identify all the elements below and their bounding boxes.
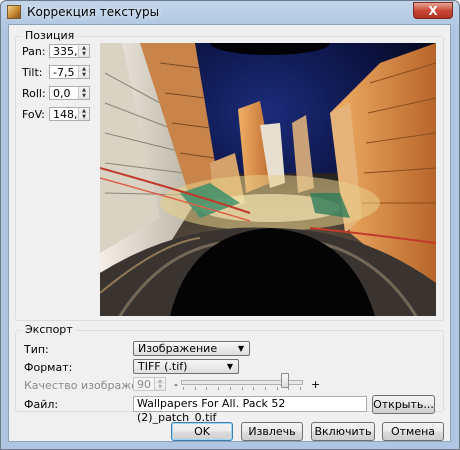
slider-tick — [242, 387, 243, 390]
panorama-image — [100, 43, 436, 316]
arrow-down-icon[interactable]: ▼ — [155, 384, 165, 390]
dialog-window: Коррекция текстуры X Позиция Pan: 335,0 … — [0, 0, 460, 450]
cancel-button[interactable]: Отмена — [382, 422, 444, 441]
file-value: Wallpapers For All. Pack 52 (2)_patch_0.… — [137, 397, 286, 424]
ok-button[interactable]: OK — [171, 422, 233, 441]
type-value: Изображение — [138, 342, 218, 355]
slider-tick — [195, 387, 196, 390]
quality-spinbox[interactable]: 90 ▲ ▼ — [133, 377, 166, 391]
close-button[interactable]: X — [413, 2, 453, 19]
type-select[interactable]: Изображение ▼ — [133, 341, 250, 356]
open-button[interactable]: Открыть... — [372, 395, 435, 414]
format-value: TIFF (.tif) — [138, 360, 188, 373]
quality-value: 90 — [137, 378, 151, 391]
tilt-label: Tilt: — [22, 66, 43, 79]
arrow-down-icon[interactable]: ▼ — [79, 93, 89, 99]
slider-tick — [206, 387, 207, 390]
chevron-down-icon: ▼ — [226, 362, 233, 371]
export-group-title: Экспорт — [22, 323, 76, 336]
roll-value: 0,0 — [53, 87, 71, 100]
type-label: Тип: — [24, 343, 49, 356]
slider-tick — [265, 387, 266, 390]
arrow-down-icon[interactable]: ▼ — [79, 51, 89, 57]
pan-label: Pan: — [22, 45, 46, 58]
slider-tick — [253, 387, 254, 390]
roll-spinbox[interactable]: 0,0 ▲ ▼ — [49, 86, 90, 100]
extract-button[interactable]: Извлечь — [241, 422, 303, 441]
tilt-spinbox[interactable]: -7,5 ▲ ▼ — [49, 65, 90, 79]
slider-tick — [183, 387, 184, 390]
quality-minus: - — [174, 378, 178, 391]
arrow-down-icon[interactable]: ▼ — [79, 114, 89, 120]
quality-slider-ticks — [183, 387, 301, 390]
include-button[interactable]: Включить — [311, 422, 375, 441]
slider-tick — [277, 387, 278, 390]
slider-tick — [288, 387, 289, 390]
texture-icon — [7, 5, 21, 19]
format-select[interactable]: TIFF (.tif) ▼ — [133, 359, 239, 374]
chevron-down-icon: ▼ — [237, 344, 244, 353]
position-group-title: Позиция — [22, 29, 78, 42]
roll-label: Roll: — [22, 87, 46, 100]
tilt-value: -7,5 — [53, 66, 75, 79]
file-label: Файл: — [24, 398, 59, 411]
file-input[interactable]: Wallpapers For All. Pack 52 (2)_patch_0.… — [133, 396, 367, 424]
slider-tick — [300, 387, 301, 390]
slider-tick — [218, 387, 219, 390]
quality-slider-thumb[interactable] — [281, 373, 289, 388]
fov-spinbox[interactable]: 148,0 ▲ ▼ — [49, 107, 90, 121]
texture-preview[interactable] — [100, 43, 436, 316]
window-title: Коррекция текстуры — [27, 5, 160, 19]
quality-plus: + — [311, 378, 321, 391]
format-label: Формат: — [24, 361, 73, 374]
pan-spinbox[interactable]: 335,0 ▲ ▼ — [49, 44, 90, 58]
fov-label: FoV: — [22, 108, 45, 121]
arrow-down-icon[interactable]: ▼ — [79, 72, 89, 78]
title-bar[interactable]: Коррекция текстуры X — [1, 1, 459, 23]
slider-tick — [230, 387, 231, 390]
